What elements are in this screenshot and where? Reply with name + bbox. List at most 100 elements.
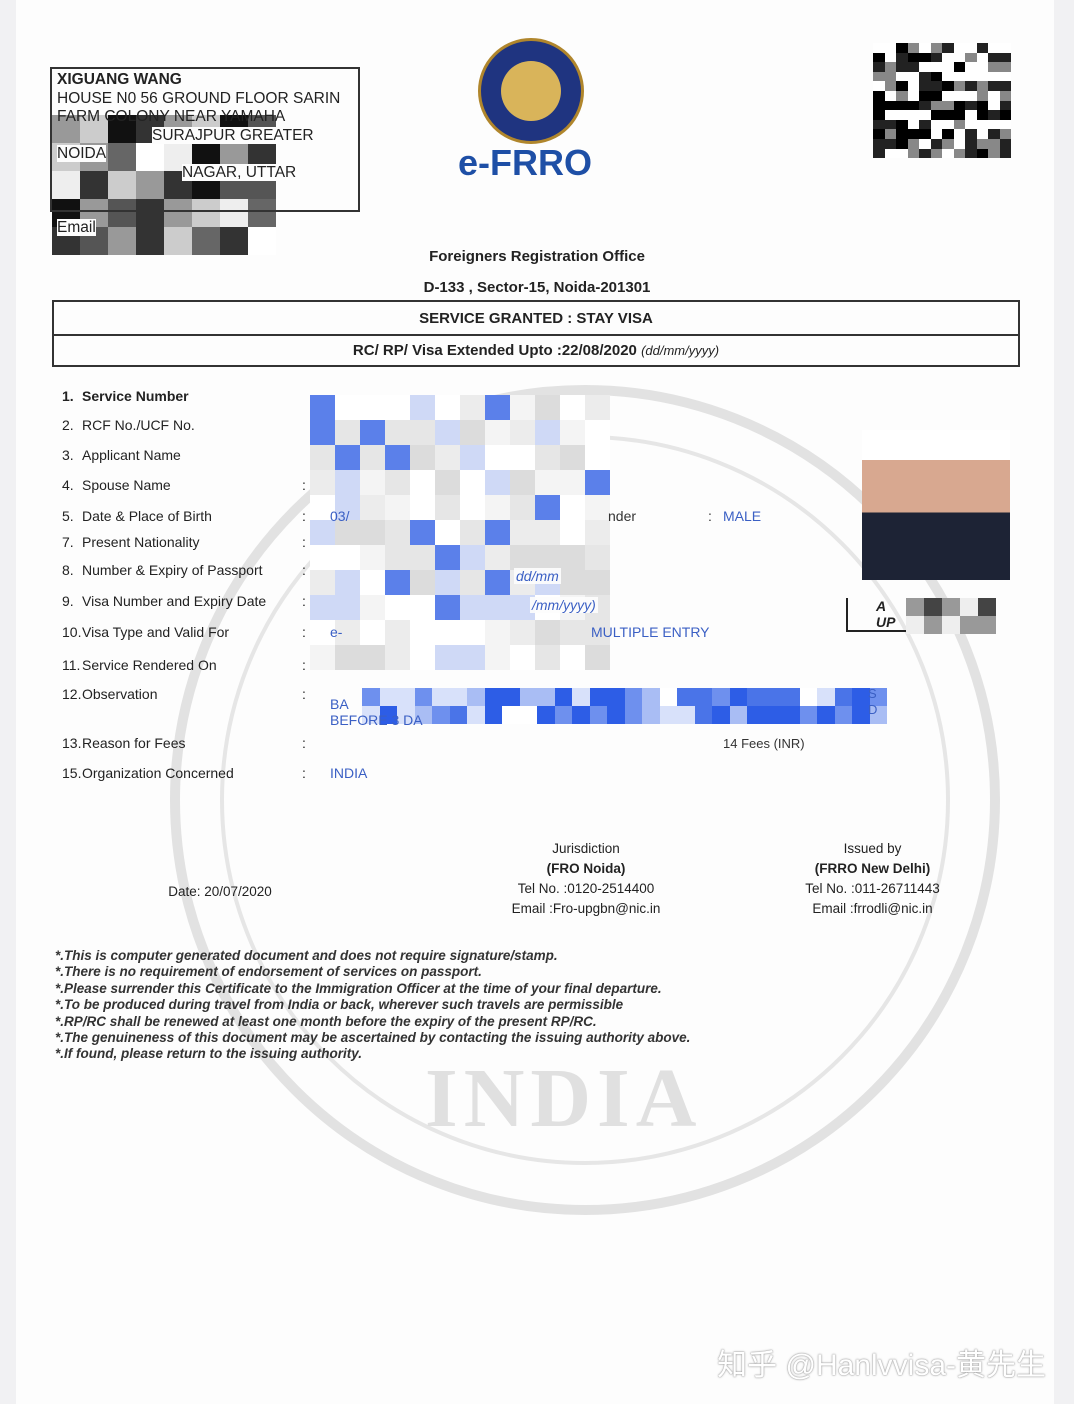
mosaic-cell (435, 445, 460, 470)
mosaic-cell (834, 706, 852, 724)
mosaic-cell (942, 52, 954, 63)
mosaic-cell (585, 645, 610, 670)
mosaic-cell (988, 90, 1000, 101)
mosaic-cell (942, 129, 954, 139)
mosaic-cell (942, 62, 954, 72)
field-label: Spouse Name (82, 477, 171, 493)
note-line: *.If found, please return to the issuing… (55, 1046, 363, 1062)
mosaic-cell (360, 620, 385, 645)
mosaic-cell (884, 119, 896, 130)
mosaic-cell (435, 545, 460, 570)
mosaic-cell (953, 138, 965, 149)
redaction-mosaic (310, 395, 610, 670)
mosaic-cell (942, 90, 954, 101)
mosaic-cell (873, 119, 885, 130)
mosaic-cell (560, 620, 585, 645)
address-line: SURAJPUR GREATER NOIDA (57, 126, 314, 162)
mosaic-cell (873, 138, 885, 149)
mosaic-cell (410, 595, 435, 620)
mosaic-cell (519, 706, 537, 724)
mosaic-cell (510, 620, 535, 645)
mosaic-cell (360, 645, 385, 670)
mosaic-cell (385, 595, 410, 620)
mosaic-cell (960, 598, 978, 616)
field-colon: : (302, 534, 306, 550)
mosaic-cell (930, 129, 942, 139)
mosaic-cell (999, 119, 1011, 130)
mosaic-cell (310, 595, 335, 620)
field-label: Visa Number and Expiry Date (82, 593, 267, 609)
field-value: INDIA (330, 765, 368, 781)
mosaic-cell (965, 100, 977, 111)
mosaic-cell (460, 620, 485, 645)
mosaic-cell (884, 81, 896, 91)
mosaic-cell (999, 71, 1011, 82)
mosaic-cell (976, 100, 988, 111)
mosaic-cell (535, 420, 560, 445)
mosaic-cell (335, 645, 360, 670)
mosaic-cell (873, 52, 885, 63)
mosaic-cell (460, 470, 485, 495)
mosaic-cell (988, 52, 1000, 63)
mosaic-cell (978, 598, 996, 616)
mosaic-cell (554, 706, 572, 724)
mosaic-cell (873, 81, 885, 91)
mosaic-cell (965, 62, 977, 72)
note-line: *.RP/RC shall be renewed at least one mo… (55, 1013, 597, 1029)
mosaic-cell (435, 520, 460, 545)
mosaic-cell (410, 620, 435, 645)
mosaic-cell (510, 495, 535, 520)
mosaic-cell (397, 688, 415, 706)
field-colon: : (302, 508, 306, 524)
mosaic-cell (642, 706, 660, 724)
field-label: Reason for Fees (82, 735, 186, 751)
mosaic-cell (485, 495, 510, 520)
mosaic-cell (896, 138, 908, 149)
field-row: 10.Visa Type and Valid For (62, 624, 229, 640)
mosaic-cell (410, 395, 435, 420)
mosaic-cell (930, 81, 942, 91)
mosaic-cell (585, 395, 610, 420)
photo-stamp-text: A (876, 598, 887, 614)
mosaic-cell (884, 110, 896, 120)
mosaic-cell (907, 100, 919, 111)
mosaic-cell (919, 119, 931, 130)
address-line: HOUSE N0 56 GROUND FLOOR SARIN (57, 89, 341, 107)
jurisdiction-office: (FRO Noida) (546, 861, 626, 876)
mosaic-cell (942, 119, 954, 130)
mosaic-cell (385, 495, 410, 520)
mosaic-cell (435, 645, 460, 670)
note-line: *.Please surrender this Certificate to t… (55, 980, 662, 996)
mosaic-cell (919, 138, 931, 149)
mosaic-cell (953, 119, 965, 130)
mosaic-cell (360, 445, 385, 470)
mosaic-cell (953, 62, 965, 72)
mosaic-cell (907, 71, 919, 82)
jurisdiction-title: Jurisdiction (552, 841, 620, 856)
mosaic-cell (385, 620, 410, 645)
notes-list: *.This is computer generated document an… (55, 948, 690, 1063)
mosaic-cell (965, 129, 977, 139)
mosaic-cell (607, 706, 625, 724)
mosaic-cell (502, 688, 520, 706)
mosaic-cell (484, 706, 502, 724)
mosaic-cell (873, 110, 885, 120)
passport-date-format: dd/mm (514, 568, 561, 584)
mosaic-cell (930, 71, 942, 82)
mosaic-cell (589, 706, 607, 724)
mosaic-cell (467, 688, 485, 706)
mosaic-cell (385, 545, 410, 570)
mosaic-cell (535, 395, 560, 420)
mosaic-cell (385, 645, 410, 670)
field-number: 9. (62, 593, 74, 609)
mosaic-cell (519, 688, 537, 706)
mosaic-cell (712, 706, 730, 724)
mosaic-cell (873, 43, 885, 53)
mosaic-cell (537, 706, 555, 724)
mosaic-cell (896, 100, 908, 111)
mosaic-cell (942, 43, 954, 53)
mosaic-cell (310, 445, 335, 470)
mosaic-cell (414, 688, 432, 706)
issue-date: Date: 20/07/2020 (168, 884, 272, 899)
mosaic-cell (965, 43, 977, 53)
